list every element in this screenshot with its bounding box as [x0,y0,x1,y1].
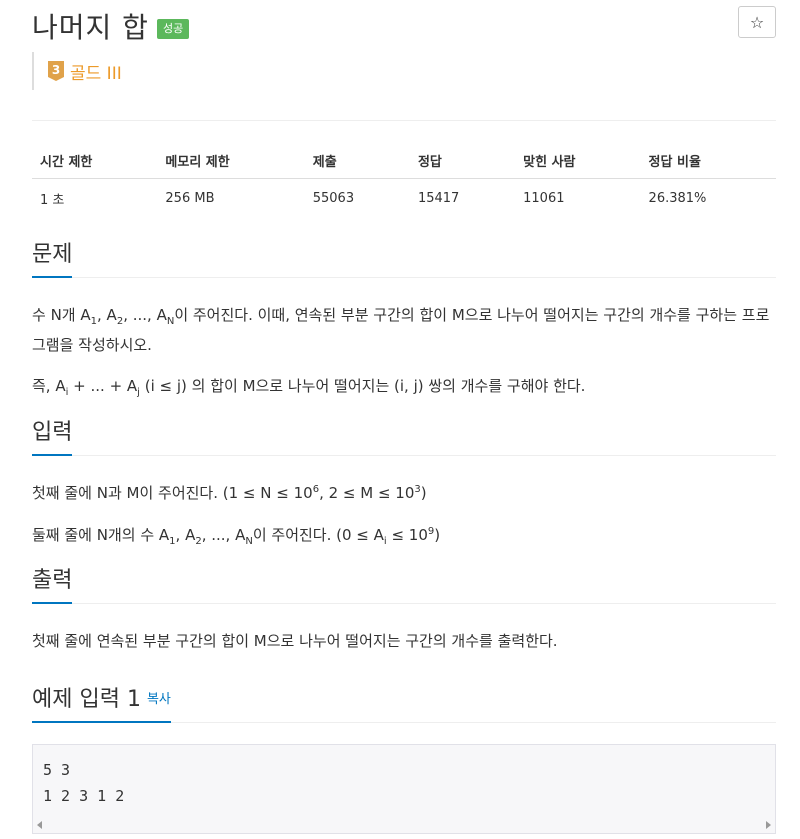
value-submissions[interactable]: 55063 [305,179,410,218]
output-section-title: 출력 [32,562,73,604]
header-accepted: 정답 [409,142,516,179]
problem-title: 나머지 합 [32,11,149,44]
copy-button[interactable]: 복사 [147,692,171,707]
header-memory-limit: 메모리 제한 [157,142,305,179]
header-ratio: 정답 비율 [640,142,776,179]
favorite-button[interactable]: ☆ [738,6,776,38]
divider [32,120,776,121]
output-description: 첫째 줄에 연속된 부분 구간의 합이 M으로 나누어 떨어지는 구간의 개수를… [32,632,558,650]
value-solvers[interactable]: 11061 [515,179,640,218]
value-time-limit: 1 초 [40,192,65,208]
table-header-row: 시간 제한 메모리 제한 제출 정답 맞힌 사람 정답 비율 [32,142,776,179]
tier-label[interactable]: 골드 III [70,59,122,84]
tier-icon: 3 [48,61,64,81]
value-ratio: 26.381% [648,190,707,206]
sample-input-box[interactable]: 5 31 2 3 1 2 [32,744,776,834]
title-row: 나머지 합 성공 [32,6,190,46]
output-section-header: 출력 [32,562,776,604]
scroll-right-icon[interactable] [766,821,771,829]
star-icon: ☆ [749,12,765,32]
sample-input-title: 예제 입력 1 [32,687,141,712]
input-line-2: 둘째 줄에 N개의 수 A1, A2, ..., AN이 주어진다. (0 ≤ … [32,526,441,547]
input-section-header: 입력 [32,414,776,456]
sample-input-header: 예제 입력 1 복사 [32,681,776,723]
header-solvers: 맞힌 사람 [515,142,641,179]
header-time-limit: 시간 제한 [32,142,158,179]
horizontal-scrollbar[interactable] [33,817,775,833]
status-badge: 성공 [156,19,190,39]
input-line-1: 첫째 줄에 N과 M이 주어진다. (1 ≤ N ≤ 106, 2 ≤ M ≤ … [32,484,427,502]
sample-input-title-wrap: 예제 입력 1 복사 [32,681,171,723]
input-section-title: 입력 [32,414,73,456]
tier-box: 3 골드 III [32,52,122,90]
value-memory-limit: 256 MB [165,190,215,206]
problem-description-2: 즉, Ai + ... + Aj (i ≤ j) 의 합이 M으로 나누어 떨어… [32,377,586,398]
sample-input-code: 5 31 2 3 1 2 [43,761,125,805]
problem-info-table: 시간 제한 메모리 제한 제출 정답 맞힌 사람 정답 비율 1 초 256 M… [32,142,776,217]
header-submissions: 제출 [304,142,410,179]
problem-section-title: 문제 [32,236,73,278]
problem-description: 수 N개 A1, A2, ..., AN이 주어진다. 이때, 연속된 부분 구… [32,306,770,354]
problem-section-header: 문제 [32,236,776,278]
value-accepted[interactable]: 15417 [410,179,515,218]
scroll-left-icon[interactable] [37,821,42,829]
table-row: 1 초 256 MB 55063 15417 11061 26.381% [32,179,776,218]
